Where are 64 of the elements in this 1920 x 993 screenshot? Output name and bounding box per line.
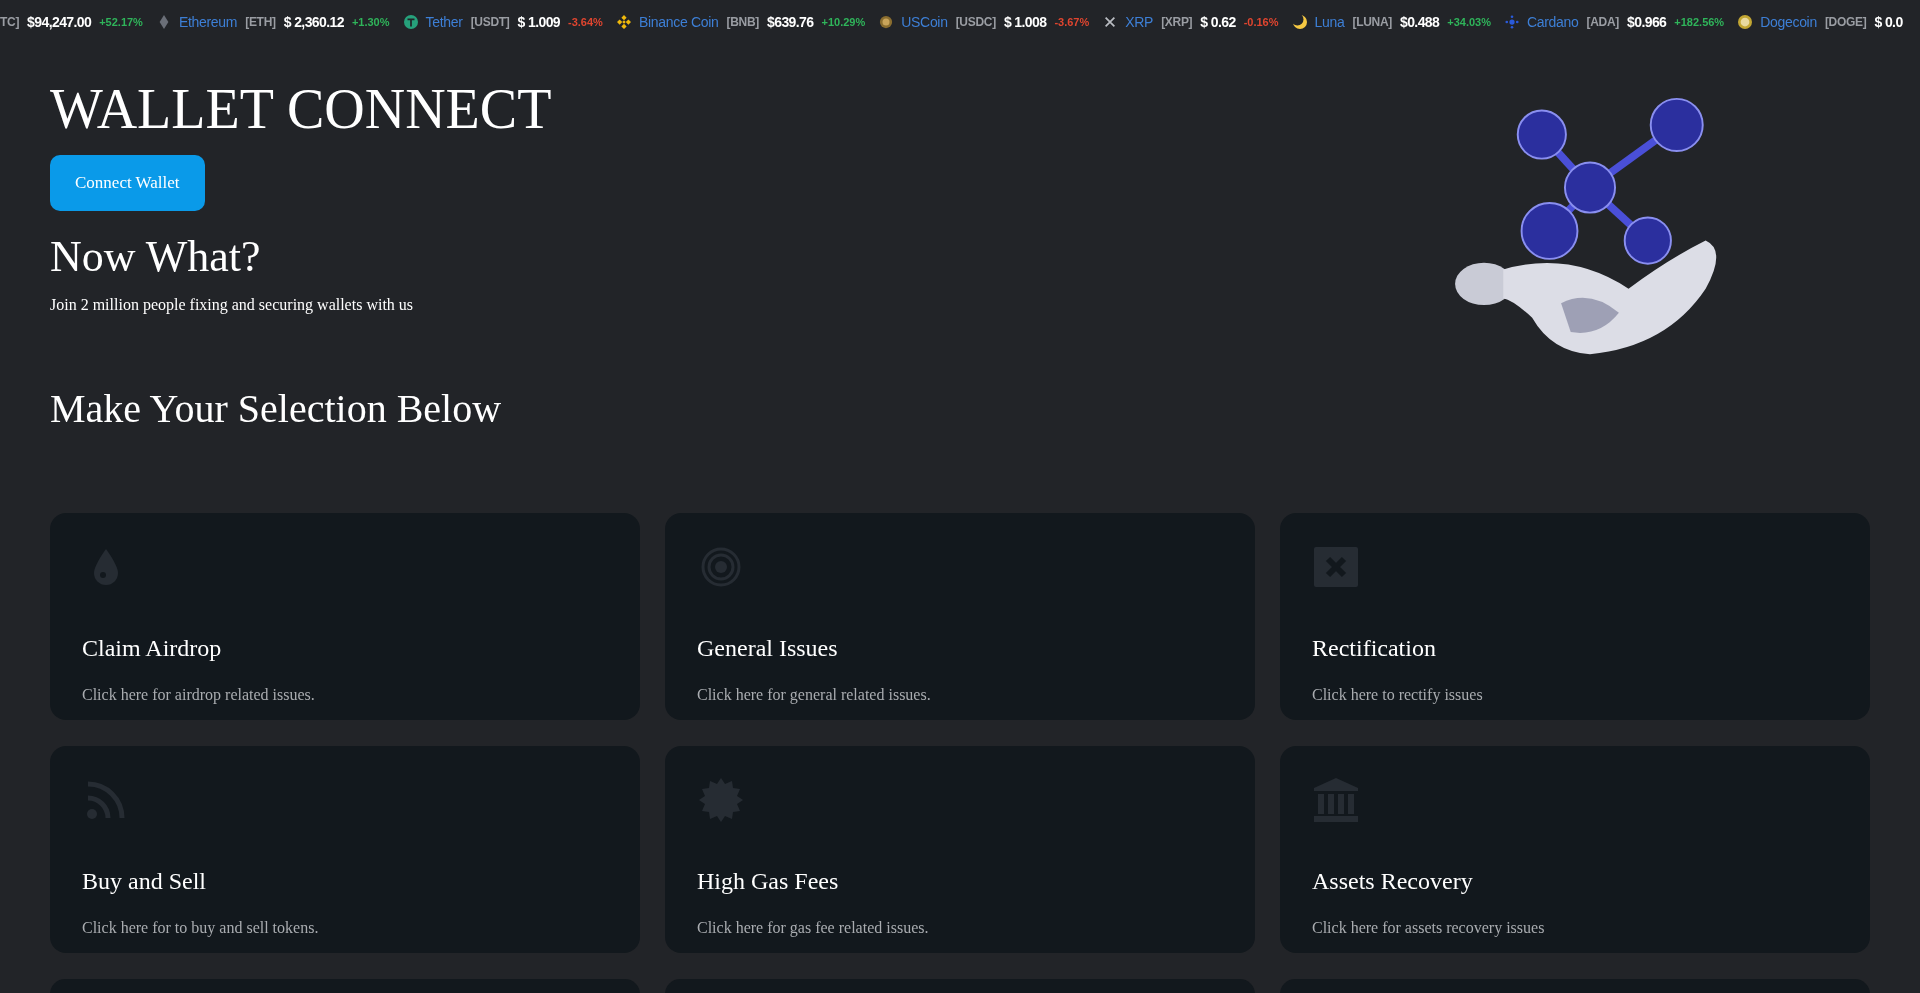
cross-icon <box>1103 15 1118 29</box>
diamond-icon <box>616 15 631 29</box>
price-change: -3.67% <box>1054 16 1090 28</box>
coin-symbol: [DOGE] <box>1824 15 1867 29</box>
price-change: +1.30% <box>351 16 390 28</box>
coin-symbol: [ETH] <box>245 15 276 29</box>
card-description: Click here for airdrop related issues. <box>82 686 315 704</box>
coin-name[interactable]: Ethereum <box>178 14 238 30</box>
card-title: High Gas Fees <box>697 868 839 895</box>
coin-icon <box>403 15 418 29</box>
card-title: Assets Recovery <box>1312 868 1473 895</box>
tagline: Join 2 million people fixing and securing wallets with us <box>50 295 414 314</box>
card-title: Claim Airdrop <box>82 635 222 662</box>
card-description: Click here for to buy and sell tokens. <box>82 919 319 937</box>
coin-price: $ 0.0 <box>1874 14 1903 30</box>
card-title: Rectification <box>1312 635 1436 662</box>
price-change: +34.03% <box>1447 16 1491 28</box>
coin-symbol: [LUNA] <box>1352 15 1392 29</box>
coin-symbol: [USDC] <box>955 15 996 29</box>
coin-price: $639.76 <box>767 14 814 30</box>
card-description: Click here for general related issues. <box>697 686 931 704</box>
coin-icon <box>1738 15 1753 29</box>
option-card[interactable]: Claim Airdrop Click here for airdrop related issues. <box>50 513 640 720</box>
coin-icon <box>879 15 894 29</box>
option-card[interactable]: High Gas Fees Click here for gas fee related issues. <box>665 746 1255 953</box>
coin-price: $ 0.62 <box>1200 14 1236 30</box>
coin-name[interactable]: Dogecoin <box>1760 14 1817 30</box>
price-change: +10.29% <box>821 16 866 28</box>
coin-price: $0.488 <box>1400 14 1440 30</box>
page-title: WALLET CONNECT <box>50 77 552 142</box>
coin-symbol: TC] <box>0 15 20 29</box>
coin-symbol: [BNB] <box>726 15 760 29</box>
coin-price: $94,247.00 <box>27 14 92 30</box>
coin-price: $ 1.009 <box>517 14 560 30</box>
section-heading: Make Your Selection Below <box>50 387 503 431</box>
coin-name[interactable]: Tether <box>425 14 463 30</box>
coin-price: $ 1.008 <box>1003 14 1047 30</box>
moon-icon <box>1292 15 1307 29</box>
card-description: Click here for assets recovery issues <box>1312 919 1545 937</box>
option-card[interactable]: Rectification Click here to rectify issues <box>1280 513 1870 720</box>
dots-icon <box>1504 15 1519 29</box>
connect-wallet-button[interactable]: Connect Wallet <box>50 155 205 212</box>
card-title: Buy and Sell <box>82 868 206 895</box>
option-card[interactable]: General Issues Click here for general related issues. <box>665 513 1255 720</box>
card-description: Click here for gas fee related issues. <box>697 919 929 937</box>
coin-name[interactable]: Binance Coin <box>638 14 719 30</box>
coin-name[interactable]: Cardano <box>1526 14 1579 30</box>
coin-price: $ 2,360.12 <box>283 14 344 30</box>
price-change: +182.56% <box>1674 16 1725 28</box>
price-change: -0.16% <box>1243 16 1279 28</box>
coin-price: $0.966 <box>1627 14 1667 30</box>
price-change: +52.17% <box>99 16 143 28</box>
card-description: Click here to rectify issues <box>1312 686 1483 704</box>
card-title: General Issues <box>697 635 838 662</box>
price-change: -3.64% <box>568 16 603 28</box>
coin-name[interactable]: XRP <box>1125 14 1154 30</box>
coin-symbol: [ADA] <box>1586 15 1620 29</box>
option-card[interactable]: Buy and Sell Click here for to buy and sell tokens. <box>50 746 640 953</box>
subheading: Now What? <box>50 233 261 282</box>
option-card[interactable]: Assets Recovery Click here for assets recovery issues <box>1280 746 1870 953</box>
coin-symbol: [XRP] <box>1161 15 1193 29</box>
coin-name[interactable]: USCoin <box>901 14 948 30</box>
coin-symbol: [USDT] <box>470 15 510 29</box>
coin-name[interactable]: Luna <box>1314 14 1345 30</box>
